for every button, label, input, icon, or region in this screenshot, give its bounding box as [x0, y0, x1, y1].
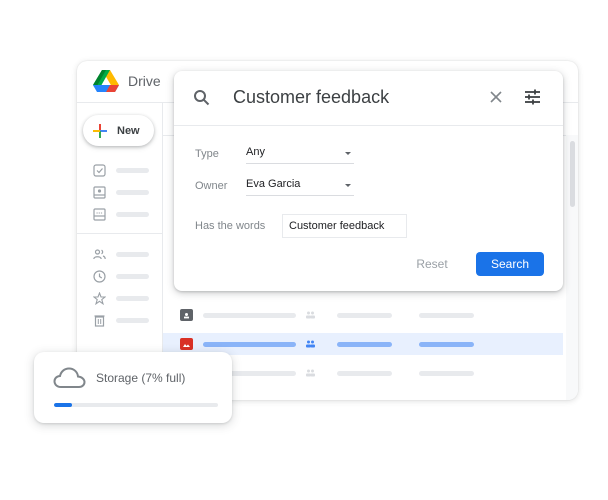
- modified-placeholder: [419, 312, 474, 318]
- search-button[interactable]: Search: [476, 252, 544, 276]
- shared-people-icon: [306, 340, 315, 348]
- shared-folder-icon: [180, 309, 193, 321]
- sidebar-item-shared-with-me[interactable]: [93, 247, 153, 261]
- new-button[interactable]: New: [83, 115, 154, 146]
- checkbox-icon: [93, 163, 106, 177]
- cloud-icon: [53, 367, 86, 388]
- close-icon[interactable]: [489, 90, 503, 104]
- modified-placeholder: [419, 370, 474, 376]
- file-row[interactable]: [163, 304, 563, 326]
- shared-drive-icon: [93, 185, 106, 199]
- new-button-label: New: [117, 124, 140, 137]
- storage-card: Storage (7% full): [34, 352, 232, 423]
- shared-people-icon: [306, 369, 315, 377]
- trash-icon: [94, 314, 105, 327]
- sidebar-item-trash[interactable]: [93, 313, 153, 327]
- sidebar-item-recent[interactable]: [93, 269, 153, 283]
- reset-button[interactable]: Reset: [406, 253, 458, 275]
- drive-logo-icon: [93, 70, 119, 92]
- modified-placeholder: [419, 341, 474, 347]
- sidebar-item-label-placeholder: [116, 189, 149, 195]
- sidebar-item-label-placeholder: [116, 251, 149, 257]
- shared-people-icon: [306, 311, 315, 319]
- sidebar-item-computers[interactable]: [93, 207, 153, 221]
- storage-progress: [54, 403, 218, 407]
- type-value: Any: [246, 146, 265, 158]
- file-name-placeholder: [203, 312, 296, 318]
- sidebar-divider: [77, 233, 163, 234]
- sidebar-item-label-placeholder: [116, 273, 149, 279]
- owner-placeholder: [337, 312, 392, 318]
- dropdown-caret-icon: [345, 184, 351, 187]
- app-name: Drive: [128, 73, 161, 89]
- shared-with-me-icon: [93, 248, 106, 259]
- owner-placeholder: [337, 370, 392, 376]
- search-icon[interactable]: [193, 89, 210, 106]
- sidebar-item-label-placeholder: [116, 211, 149, 217]
- search-bar: Customer feedback: [174, 71, 563, 126]
- starred-icon: [93, 291, 106, 305]
- sidebar-item-starred[interactable]: [93, 291, 153, 305]
- owner-placeholder: [337, 341, 392, 347]
- sidebar-item-label-placeholder: [116, 167, 149, 173]
- sidebar-item-label-placeholder: [116, 295, 149, 301]
- dropdown-caret-icon: [345, 152, 351, 155]
- type-label: Type: [195, 148, 219, 160]
- sidebar-item-priority[interactable]: [93, 163, 153, 177]
- sidebar-item-label-placeholder: [116, 317, 149, 323]
- owner-value: Eva Garcia: [246, 178, 301, 190]
- search-query[interactable]: Customer feedback: [233, 87, 389, 108]
- advanced-search-panel: Customer feedback Type Any Owner Eva Gar…: [174, 71, 563, 291]
- owner-select[interactable]: Eva Garcia: [246, 176, 354, 196]
- image-file-icon: [180, 338, 193, 350]
- search-options-icon[interactable]: [524, 89, 541, 105]
- has-words-input[interactable]: Customer feedback: [282, 214, 407, 238]
- storage-progress-fill: [54, 403, 72, 407]
- plus-icon: [93, 123, 107, 138]
- storage-label: Storage (7% full): [96, 371, 186, 385]
- sidebar-item-shared-drives[interactable]: [93, 185, 153, 199]
- recent-icon: [93, 269, 106, 283]
- owner-label: Owner: [195, 180, 228, 192]
- computers-icon: [93, 207, 106, 221]
- type-select[interactable]: Any: [246, 144, 354, 164]
- has-words-label: Has the words: [195, 220, 266, 232]
- file-name-placeholder: [203, 341, 296, 347]
- scrollbar[interactable]: [570, 141, 575, 207]
